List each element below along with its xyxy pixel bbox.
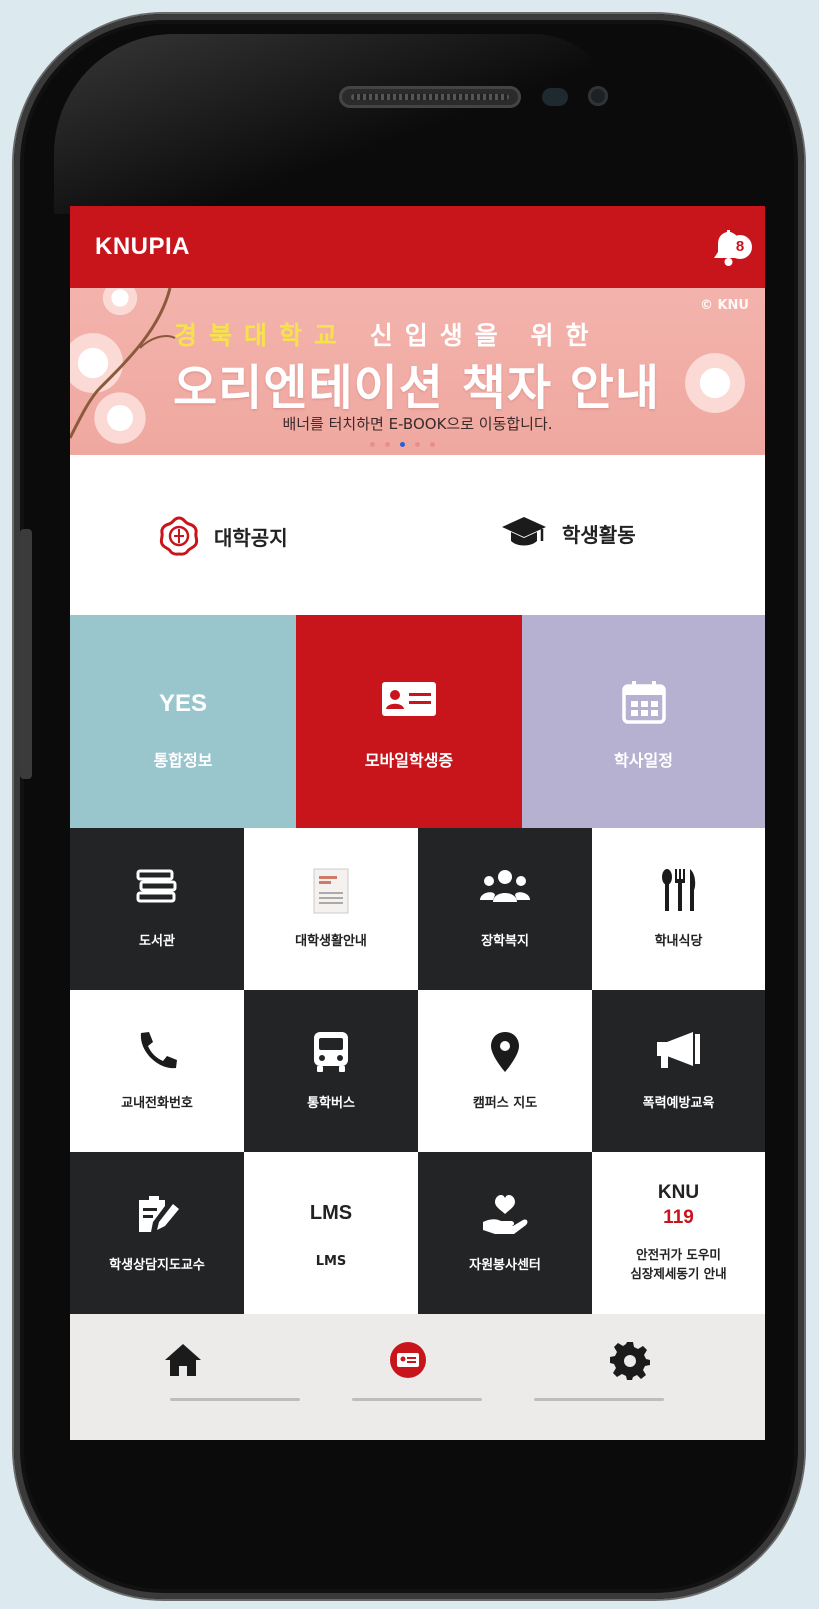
- pagination-dot[interactable]: [385, 442, 390, 447]
- guide-book-icon: [313, 868, 349, 914]
- megaphone-icon: [656, 1032, 700, 1068]
- tile-label: 대학생활안내: [295, 934, 367, 949]
- university-seal-icon: [159, 516, 199, 556]
- banner-caption: 배너를 터치하면 E-BOOK으로 이동합니다.: [282, 415, 553, 433]
- feature-row: YES 통합정보 모바일학생증 학사일정: [70, 615, 765, 828]
- campus-phone-tile[interactable]: 교내전화번호: [70, 990, 244, 1152]
- phone-camera: [588, 86, 608, 106]
- mobile-student-id-tile[interactable]: 모바일학생증: [296, 615, 522, 828]
- notification-badge: 8: [728, 235, 752, 259]
- tile-label-secondary: 심장제세동기 안내: [630, 1266, 727, 1281]
- quick-link-label: 학생활동: [562, 522, 636, 547]
- gear-icon[interactable]: [610, 1340, 650, 1380]
- pagination-dot[interactable]: [430, 442, 435, 447]
- lms-tile[interactable]: LMS LMS: [244, 1152, 418, 1314]
- tile-label: 교내전화번호: [121, 1096, 193, 1111]
- banner-pagination: [370, 442, 470, 448]
- nav-indicator: [534, 1398, 664, 1401]
- tile-label: 학사일정: [614, 751, 673, 770]
- pagination-dot[interactable]: [415, 442, 420, 447]
- tile-label: 폭력예방교육: [642, 1096, 715, 1111]
- nav-indicator: [170, 1398, 300, 1401]
- map-pin-icon: [491, 1032, 519, 1072]
- pagination-dot-active[interactable]: [400, 442, 405, 447]
- tile-label: 도서관: [139, 934, 175, 949]
- student-id-icon[interactable]: [388, 1340, 428, 1380]
- tile-label: 장학복지: [481, 934, 529, 949]
- shuttle-bus-tile[interactable]: 통학버스: [244, 990, 418, 1152]
- hand-heart-icon: [483, 1195, 528, 1234]
- campus-life-guide-tile[interactable]: 대학생활안내: [244, 828, 418, 990]
- blossom-decoration: [680, 348, 750, 418]
- orientation-banner[interactable]: © KNU 경북대학교 신입생을 위한 오리엔테이션 책자 안내 배너를 터치하…: [70, 288, 765, 455]
- graduation-cap-icon: [502, 517, 546, 546]
- tile-label: 모바일학생증: [364, 751, 454, 770]
- tile-label: 자원봉사센터: [469, 1258, 541, 1273]
- app-screen: KNUPIA 8 © KNU 경북대학교 신입생을 위한 오리엔테이션 책자 안…: [70, 206, 765, 1440]
- library-tile[interactable]: 도서관: [70, 828, 244, 990]
- knu-logo: © KNU: [699, 298, 749, 313]
- id-card-icon: [382, 682, 436, 716]
- knu119-number: 119: [663, 1207, 694, 1228]
- phone-speaker: [339, 86, 521, 108]
- people-icon: [480, 870, 530, 902]
- tile-label: 캠퍼스 지도: [472, 1096, 538, 1111]
- banner-headline: 오리엔테이션 책자 안내: [173, 360, 661, 416]
- tile-label: 학내식당: [654, 934, 703, 949]
- tile-label: 통합정보: [153, 751, 213, 770]
- knu-logo-text: KNU: [657, 1182, 700, 1203]
- scholarship-welfare-tile[interactable]: 장학복지: [418, 828, 592, 990]
- banner-line1-rest: 신입생을 위한: [369, 321, 601, 350]
- tile-label: 학생상담지도교수: [109, 1258, 205, 1273]
- volunteer-center-tile[interactable]: 자원봉사센터: [418, 1152, 592, 1314]
- banner-line1-highlight: 경북대학교: [174, 321, 350, 350]
- phone-icon: [140, 1032, 177, 1069]
- violence-prevention-tile[interactable]: 폭력예방교육: [592, 990, 765, 1152]
- quick-link-notices[interactable]: 대학공지: [158, 515, 288, 557]
- home-icon[interactable]: [163, 1340, 203, 1380]
- tile-label: LMS: [315, 1254, 347, 1269]
- app-bar: KNUPIA 8: [70, 206, 765, 288]
- lms-logo: LMS: [309, 1202, 353, 1224]
- utensils-icon: [661, 869, 695, 911]
- menu-grid: 도서관 대학생활안내 장학복지 학내식당 교내전화번호 통학버스 캠퍼스 지도 …: [70, 828, 765, 1314]
- tile-label: 안전귀가 도우미: [636, 1247, 721, 1262]
- yes-info-tile[interactable]: YES 통합정보: [70, 615, 296, 828]
- pagination-dot[interactable]: [370, 442, 375, 447]
- tile-label: 통학버스: [307, 1096, 355, 1111]
- calendar-icon: [621, 681, 666, 724]
- bus-icon: [314, 1032, 348, 1072]
- quick-links: 대학공지 학생활동: [70, 455, 765, 615]
- side-button: [20, 529, 32, 779]
- bottom-nav: [70, 1314, 765, 1440]
- quick-link-label: 대학공지: [214, 525, 288, 550]
- academic-calendar-tile[interactable]: 학사일정: [522, 615, 765, 828]
- student-counseling-tile[interactable]: 학생상담지도교수: [70, 1152, 244, 1314]
- clipboard-pen-icon: [139, 1196, 179, 1232]
- app-title: KNUPIA: [95, 233, 191, 260]
- nav-indicator: [352, 1398, 482, 1401]
- knu119-tile[interactable]: KNU 119 안전귀가 도우미 심장제세동기 안내: [592, 1152, 765, 1314]
- banner-line1: 경북대학교 신입생을 위한: [174, 316, 600, 352]
- campus-map-tile[interactable]: 캠퍼스 지도: [418, 990, 592, 1152]
- quick-link-activities[interactable]: 학생활동: [500, 515, 636, 551]
- yes-logo: YES: [158, 690, 208, 717]
- campus-dining-tile[interactable]: 학내식당: [592, 828, 765, 990]
- books-icon: [136, 869, 177, 903]
- phone-sensor: [542, 88, 568, 106]
